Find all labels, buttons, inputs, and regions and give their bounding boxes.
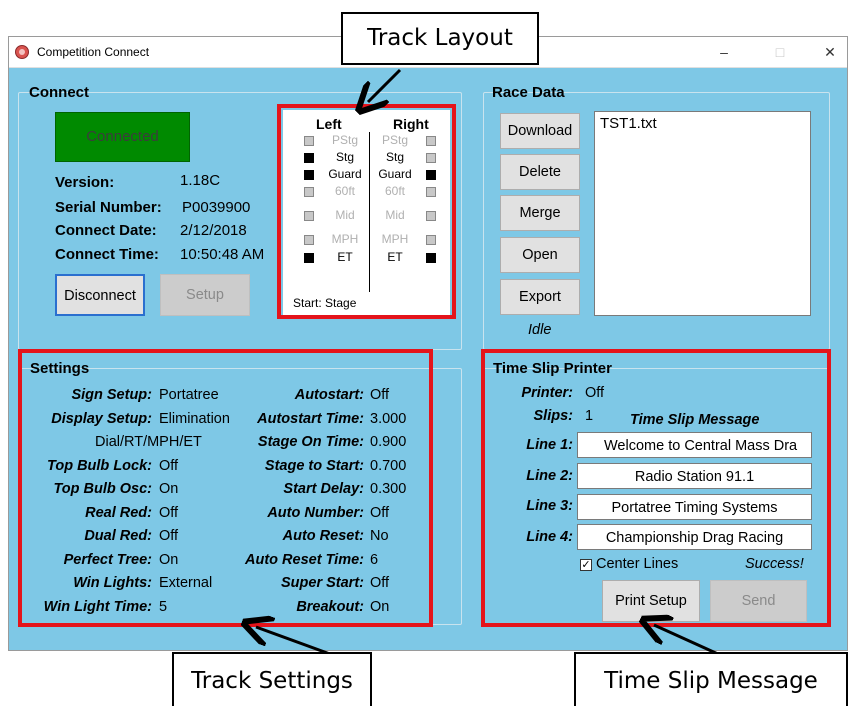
merge-button[interactable]: Merge — [500, 195, 580, 231]
export-button[interactable]: Export — [500, 279, 580, 315]
serial-number-value: P0039900 — [182, 199, 251, 216]
connect-time-label: Connect Time: — [55, 246, 159, 263]
version-label: Version: — [55, 174, 115, 191]
connect-group-title: Connect — [29, 84, 89, 101]
track-settings-callout: Track Settings — [172, 652, 372, 706]
setup-button[interactable]: Setup — [160, 274, 250, 316]
disconnect-button[interactable]: Disconnect — [55, 274, 145, 316]
delete-button[interactable]: Delete — [500, 154, 580, 190]
minimize-icon[interactable]: – — [709, 41, 739, 63]
time-slip-message-callout: Time Slip Message — [574, 652, 848, 706]
serial-number-label: Serial Number: — [55, 199, 162, 216]
window-title: Competition Connect — [37, 45, 150, 59]
maximize-icon[interactable]: □ — [765, 41, 795, 63]
race-file-list[interactable]: TST1.txt — [594, 111, 811, 316]
open-button[interactable]: Open — [500, 237, 580, 273]
track-layout-highlight — [277, 104, 456, 319]
version-value: 1.18C — [180, 172, 221, 189]
connect-date-label: Connect Date: — [55, 222, 157, 239]
connect-date-value: 2/12/2018 — [180, 222, 247, 239]
list-item[interactable]: TST1.txt — [600, 115, 657, 132]
race-data-group-title: Race Data — [492, 84, 565, 101]
time-slip-highlight — [481, 349, 831, 627]
connect-time-value: 10:50:48 AM — [180, 246, 265, 263]
close-icon[interactable]: ✕ — [815, 41, 845, 63]
track-settings-highlight — [18, 349, 433, 627]
app-logo-icon — [15, 45, 29, 59]
download-button[interactable]: Download — [500, 113, 580, 149]
connection-status-indicator: Connected — [55, 112, 190, 162]
track-layout-callout: Track Layout — [341, 12, 539, 65]
race-data-status: Idle — [528, 322, 552, 338]
